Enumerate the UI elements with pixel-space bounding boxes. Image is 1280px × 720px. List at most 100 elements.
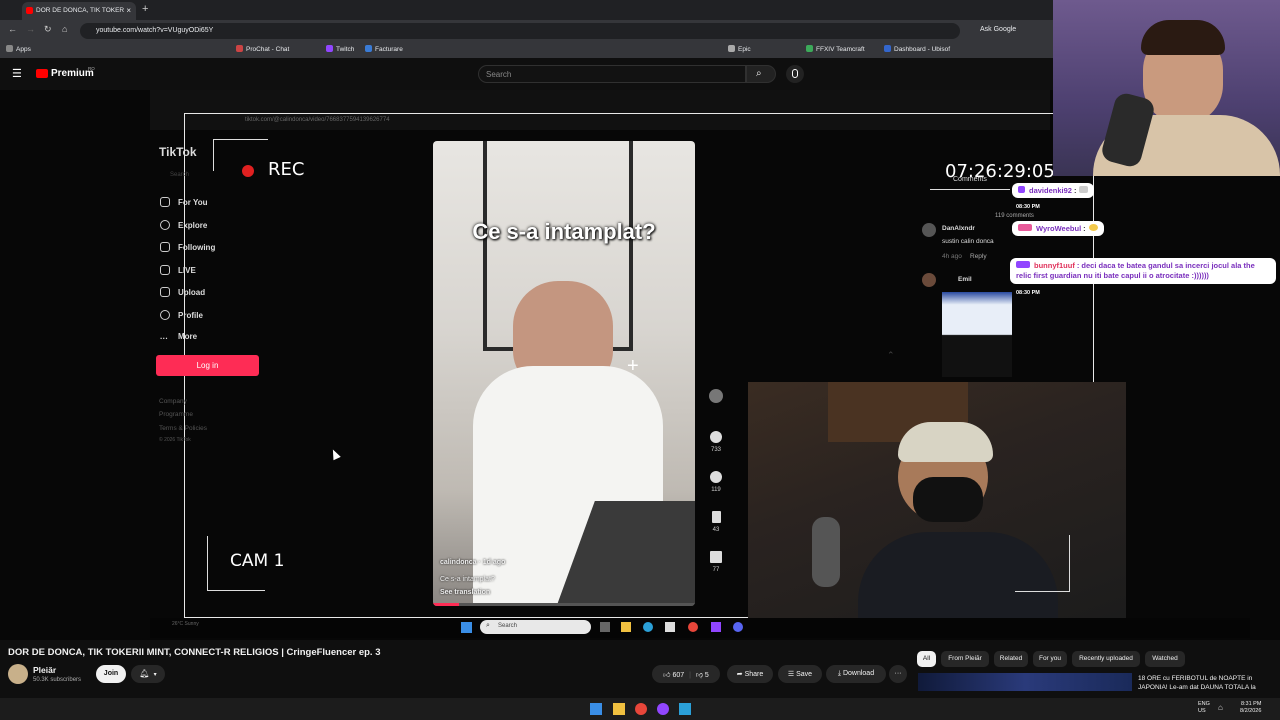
bookmark-prochat[interactable]: ProChat - Chat [236,45,289,53]
menu-icon[interactable]: ☰ [12,67,22,80]
comment-reply-link[interactable]: Reply [970,253,987,260]
inner-start-icon[interactable] [461,622,472,633]
network-icon[interactable]: ⌂ [1218,703,1223,712]
chevron-down-icon: ▾ [153,672,157,678]
language-indicator[interactable]: ENG US [1198,701,1212,715]
channel-avatar[interactable] [8,664,28,684]
comment-username[interactable]: DanAlxndr [942,225,975,232]
cam-corner-bracket [1015,535,1070,592]
channel-name[interactable]: Pleiăr [33,665,56,675]
people-icon [160,242,170,252]
footer-link-company[interactable]: Company [159,398,187,405]
save-button[interactable]: ☰ Save [778,665,822,683]
commenter-avatar[interactable] [922,273,936,287]
tiktok-video[interactable]: Ce s-a intamplat? [433,141,695,606]
tiktok-logo[interactable]: TikTok [159,145,197,159]
chip-recently-uploaded[interactable]: Recently uploaded [1072,651,1140,667]
author-avatar-button[interactable] [708,389,724,407]
chip-for-you[interactable]: For you [1033,651,1067,667]
footer-link-programme[interactable]: Programme [159,411,193,418]
bookmark-epic[interactable]: Epic [728,45,751,53]
bookmark-facturare[interactable]: Facturare [365,45,403,53]
app-icon[interactable] [679,703,691,715]
edge-icon[interactable] [643,622,653,632]
scroll-up-icon[interactable]: ⌃ [887,350,895,361]
nav-label: Following [178,243,216,252]
tiktok-nav-live[interactable]: LIVE [160,265,196,275]
like-button[interactable]: 733 [708,431,724,453]
comment-username[interactable]: Emil [958,276,972,283]
task-view-icon[interactable] [600,622,610,632]
file-explorer-icon[interactable] [613,703,625,715]
url-field[interactable]: youtube.com/watch?v=VUguyODi65Y [80,23,960,39]
commenter-avatar[interactable] [922,223,936,237]
start-icon[interactable] [590,703,602,715]
video-progress-track[interactable] [433,603,695,606]
time-text: 8:31 PM [1240,701,1262,707]
share-button[interactable]: ➦ Share [727,665,773,683]
youtube-search-input[interactable]: Search [478,65,746,83]
notification-bell-button[interactable]: 🔔︎ ▾ [131,665,165,683]
chrome-icon[interactable] [635,703,647,715]
chip-watched[interactable]: Watched [1145,651,1185,667]
bookmark-apps[interactable]: Apps [6,45,31,53]
share-video-button[interactable]: 77 [708,551,724,573]
browser-tab[interactable]: DOR DE DONCA, TIK TOKER × [22,2,136,20]
comments-count: 119 comments [995,213,1034,219]
bookmark-ffxiv[interactable]: FFXIV Teamcraft [806,45,865,53]
recommended-title[interactable]: 18 ORE cu FERIBOTUL de NOAPTE in JAPONIA… [1138,674,1278,692]
bookmark-ubisoft[interactable]: Dashboard - Ubisof [884,45,950,53]
forward-icon[interactable]: → [26,24,35,34]
video-author[interactable]: calindonca · 1d ago [440,559,505,566]
like-count: 733 [710,447,721,453]
see-translation-link[interactable]: See translation [440,589,490,596]
tiktok-nav-for-you[interactable]: For You [160,197,207,207]
bookmark-twitch[interactable]: Twitch [326,45,354,53]
rec-bracket [213,139,268,171]
new-tab-icon[interactable]: + [142,3,148,15]
chat-time: 08:30 PM [1016,204,1040,210]
inner-search-box[interactable]: ⌕ Search [480,620,591,634]
tiktok-nav-more[interactable]: ··· More [160,332,197,344]
voice-search-button[interactable] [786,65,804,83]
chip-from-channel[interactable]: From Pleiăr [941,651,989,667]
recommended-thumbnail[interactable] [918,673,1132,691]
more-actions-button[interactable]: ··· [889,665,907,683]
like-video-button[interactable]: 👍︎ 607 [663,672,684,679]
discord-icon[interactable] [733,622,743,632]
join-button[interactable]: Join [96,665,126,683]
app-icon[interactable] [711,622,721,632]
tiktok-nav-explore[interactable]: Explore [160,220,207,230]
comment-image[interactable] [942,292,1012,377]
search-icon: ⌕ [756,68,762,79]
store-icon[interactable] [665,622,675,632]
close-tab-icon[interactable]: × [126,6,131,15]
inner-taskbar [150,618,1250,638]
dislike-video-button[interactable]: 👎︎ 5 [696,672,709,679]
file-explorer-icon[interactable] [621,622,631,632]
comment-button[interactable]: 119 [708,471,724,493]
footer-link-terms[interactable]: Terms & Policies [159,425,207,432]
chip-all[interactable]: All [917,651,936,667]
tiktok-nav-following[interactable]: Following [160,242,215,252]
chip-related[interactable]: Related [994,651,1028,667]
login-label: Log in [196,361,219,370]
live-tv-icon [160,265,170,275]
twitch-icon [326,45,333,52]
save-count: 43 [712,527,720,533]
taskbar-clock[interactable]: 8:31 PM 8/2/2026 [1240,701,1261,715]
youtube-search-button[interactable]: ⌕ [746,65,776,83]
home-icon[interactable]: ⌂ [62,24,67,34]
twitch-app-icon[interactable] [657,703,669,715]
tiktok-nav-profile[interactable]: Profile [160,310,203,320]
chrome-icon[interactable] [688,622,698,632]
tiktok-login-button[interactable]: Log in [156,355,259,376]
ask-google-button[interactable]: Ask Google [980,26,1016,33]
download-button[interactable]: ⤓ Download [826,665,886,683]
tiktok-nav-upload[interactable]: Upload [160,287,205,297]
reload-icon[interactable]: ↻ [44,24,52,35]
back-icon[interactable]: ← [8,24,17,34]
youtube-logo-icon[interactable] [36,69,48,78]
tiktok-search-input[interactable]: Search [170,172,189,178]
save-video-button[interactable]: 43 [708,511,724,533]
